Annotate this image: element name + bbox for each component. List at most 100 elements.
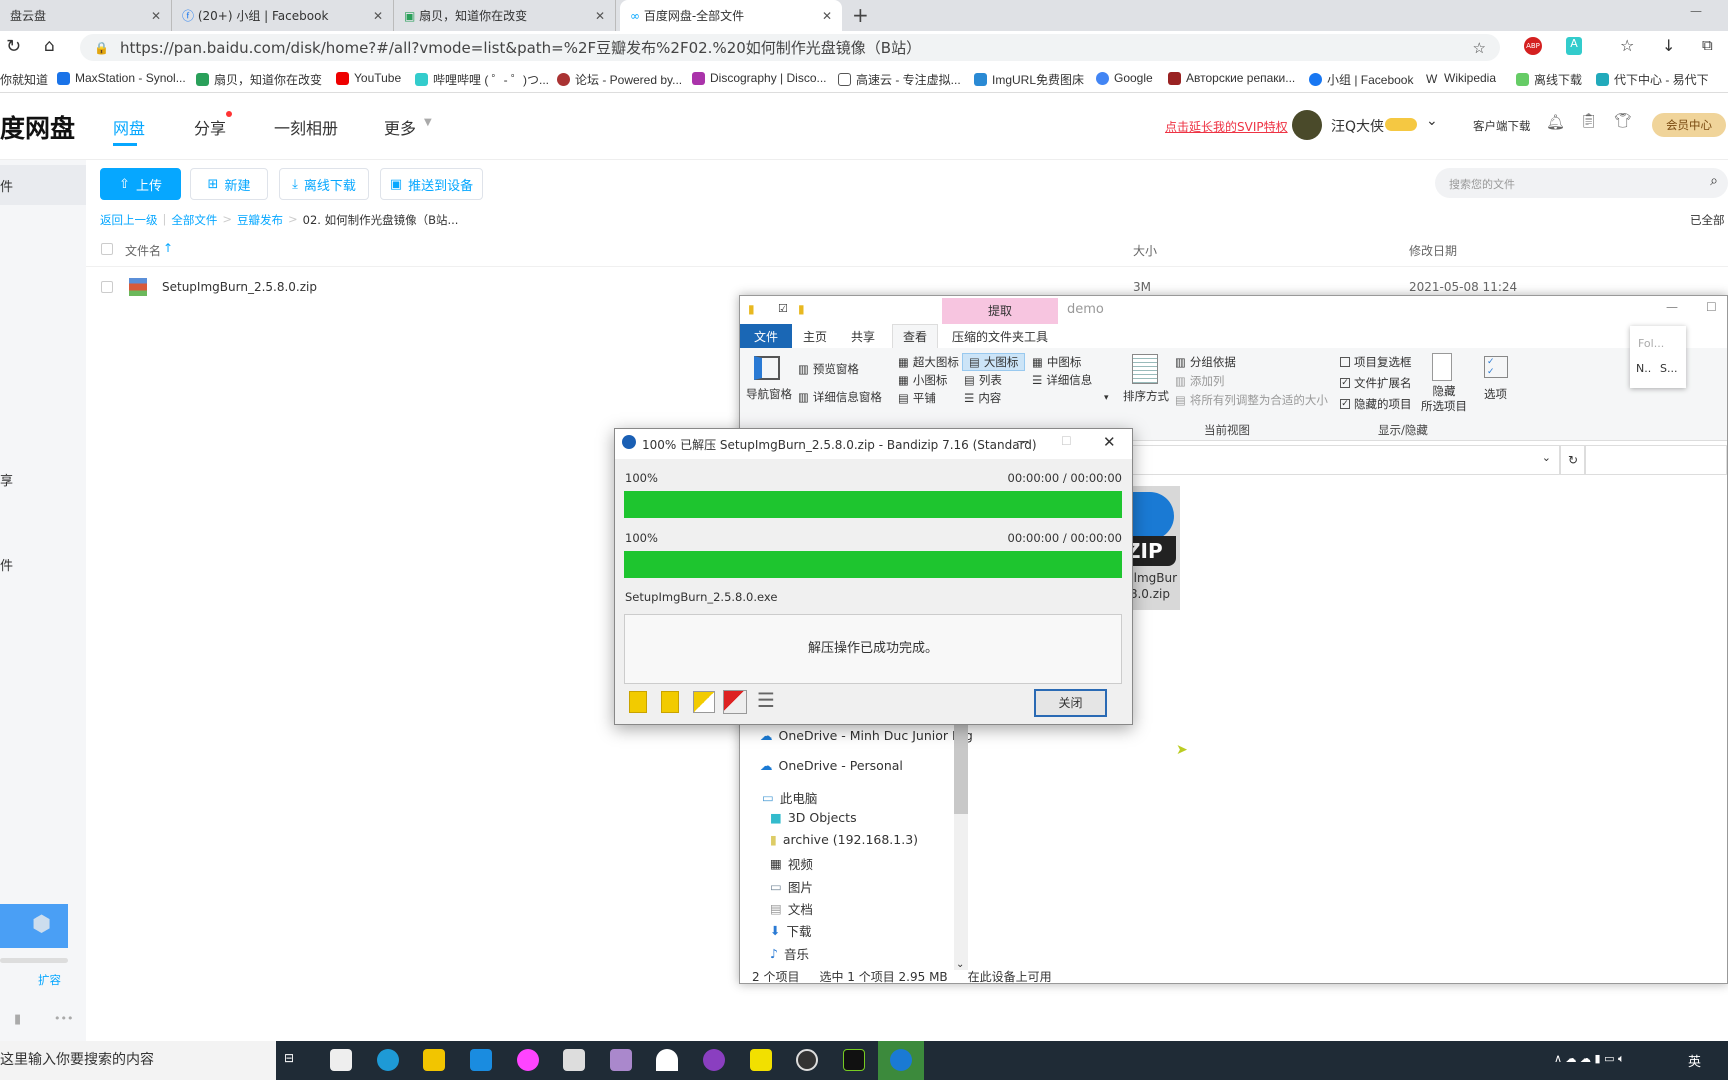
expand-link[interactable]: 扩容 [38,972,61,988]
bookmark[interactable]: 代下中心 - 易代下 [1596,71,1709,88]
download-icon[interactable]: ↓ [1662,36,1675,55]
layout-medium[interactable]: ▦ 中图标 [1032,354,1081,370]
open-folder-icon[interactable] [629,691,647,713]
row-checkbox[interactable] [101,281,113,293]
close-button[interactable]: 关闭 [1034,689,1107,717]
checkbox-qat-icon[interactable]: ☑ [778,302,788,315]
preview-pane-button[interactable]: ▥ 预览窗格 [798,361,859,377]
bookmark[interactable]: ImgURL免费图床 [974,71,1084,88]
obs-icon[interactable] [796,1049,818,1071]
tab-share[interactable]: 共享 [838,324,888,348]
nav-onedrive-personal[interactable]: ☁ OneDrive - Personal [760,758,903,773]
bookmark[interactable]: 离线下载 [1516,71,1582,88]
input-language[interactable]: 英 [1688,1051,1701,1070]
app-arrow-icon[interactable] [843,1049,865,1071]
push-device-button[interactable]: ▣ 推送到设备 [380,168,483,200]
layout-content[interactable]: ☰ 内容 [964,390,1001,406]
favorites-icon[interactable]: ☆ [1620,36,1634,55]
column-size[interactable]: 大小 [1133,242,1157,259]
tab-view[interactable]: 查看 [892,324,938,348]
nav-share[interactable]: 分享 [194,115,226,139]
bookmark[interactable]: 小组 | Facebook [1309,71,1414,88]
popup-col-name[interactable]: N.. [1636,362,1651,375]
taskbar-search[interactable]: 这里输入你要搜索的内容 [0,1041,276,1080]
url-bar[interactable]: 🔒 https://pan.baidu.com/disk/home?#/all?v… [80,34,1500,61]
minimize-icon[interactable]: — [1690,4,1702,18]
more-icon[interactable]: ••• [54,1012,73,1025]
username[interactable]: 汪Q大侠 [1331,116,1384,136]
nav-this-pc[interactable]: ▭ 此电脑 [762,788,817,807]
nav-pane-button[interactable]: 导航窗格 [746,386,792,402]
bookmark[interactable]: MaxStation - Synol... [57,71,186,85]
sidebar-item-active[interactable]: 件 [0,165,86,205]
shirt-icon[interactable]: 👕︎ [1614,113,1632,129]
bandizip-taskbar-active[interactable] [878,1041,924,1080]
layout-list[interactable]: ▤ 列表 [964,372,1002,388]
favorite-star-icon[interactable]: ☆ [1473,39,1486,57]
breadcrumb-folder[interactable]: 豆瓣发布 [237,212,283,228]
close-icon[interactable]: ✕ [1103,433,1116,451]
nav-scrollbar[interactable]: ⌄ [954,696,968,970]
task-view-icon[interactable]: ⊟ [284,1051,294,1065]
file-name[interactable]: SetupImgBurn_2.5.8.0.zip [162,280,317,294]
bookmark[interactable]: 你就知道 [0,71,48,88]
notepad-icon[interactable] [563,1049,585,1071]
checkbox[interactable] [1340,357,1350,367]
item-checkbox-toggle[interactable]: 项目复选框 [1340,354,1412,370]
home-icon[interactable]: ⌂ [44,36,55,56]
avatar[interactable] [1292,110,1322,140]
select-all-checkbox[interactable] [101,243,113,255]
minimize-icon[interactable]: — [1666,300,1678,314]
column-date[interactable]: 修改日期 [1409,242,1457,259]
storage-banner[interactable]: ⬢ [0,904,68,948]
bookmark[interactable]: 高速云 - 专注虚拟... [838,71,961,88]
breadcrumb-all[interactable]: 全部文件 [171,212,217,228]
collections-icon[interactable]: ⧉ [1702,36,1713,54]
menu-icon[interactable]: ☰ [757,688,775,712]
close-icon[interactable]: ✕ [595,9,605,23]
delete-archive-icon[interactable] [723,690,747,714]
group-by-button[interactable]: ▥ 分组依据 [1175,354,1236,370]
sort-arrow-icon[interactable]: ↑ [163,241,173,255]
nav-videos[interactable]: ▦ 视频 [770,854,813,873]
nav-archive[interactable]: ▮ archive (192.168.1.3) [770,832,918,847]
checkbox-checked[interactable]: ✓ [1340,378,1350,388]
reload-icon[interactable]: ↻ [6,36,21,57]
client-download-link[interactable]: 客户端下载 [1473,118,1531,134]
edge-icon[interactable] [377,1049,399,1071]
bookmark[interactable]: 扇贝，知道你在改变 [196,71,322,88]
search-input[interactable]: 搜索您的文件 ⌕ [1435,168,1728,198]
close-icon[interactable]: ✕ [373,9,383,23]
nav-onedrive-school[interactable]: ☁ OneDrive - Minh Duc Junior Hig [760,728,973,743]
phone-icon[interactable]: ▮ [14,1012,21,1027]
new-tab-button[interactable]: + [852,3,869,27]
layout-extra-large[interactable]: ▦ 超大图标 [898,354,959,370]
bookmark[interactable]: Google [1096,71,1153,85]
maximize-icon[interactable]: ☐ [1706,300,1717,314]
vip-center-button[interactable]: 会员中心 [1652,113,1726,137]
details-pane-button[interactable]: ▥ 详细信息窗格 [798,389,882,405]
adblock-icon[interactable]: ABP [1524,37,1542,55]
layout-small[interactable]: ▦ 小图标 [898,372,947,388]
tab-cloud[interactable]: 盘云盘 ✕ [0,0,172,31]
bookmark[interactable]: 哔哩哔哩 ( ゜- ゜)つ... [415,71,549,88]
bookmark[interactable]: Авторские репаки... [1168,71,1295,85]
file-explorer-icon[interactable] [423,1049,445,1071]
file-item-selected[interactable]: ZIP plmgBur .8.0.zip [1126,486,1180,610]
add-column-button[interactable]: ▥ 添加列 [1175,373,1224,389]
upload-button[interactable]: ⇧ 上传 [100,168,181,200]
minimize-icon[interactable]: — [1017,434,1029,448]
app-s-icon[interactable] [470,1049,492,1071]
nav-album[interactable]: 一刻相册 [274,115,338,139]
options-button[interactable]: 选项 [1484,386,1507,402]
new-folder-button[interactable]: ⊞ 新建 [190,168,268,200]
nav-documents[interactable]: ▤ 文档 [770,899,813,918]
media-player-icon[interactable] [703,1049,725,1071]
bookmark[interactable]: 论坛 - Powered by... [557,71,682,88]
offline-download-button[interactable]: ⤓ 离线下载 [279,168,369,200]
store-icon[interactable] [330,1049,352,1071]
clipboard-icon[interactable]: 📋︎ [1580,113,1598,129]
nav-downloads[interactable]: ⬇ 下载 [770,921,812,940]
file-extensions-toggle[interactable]: ✓ 文件扩展名 [1340,375,1412,391]
refresh-icon[interactable]: ↻ [1560,445,1586,475]
